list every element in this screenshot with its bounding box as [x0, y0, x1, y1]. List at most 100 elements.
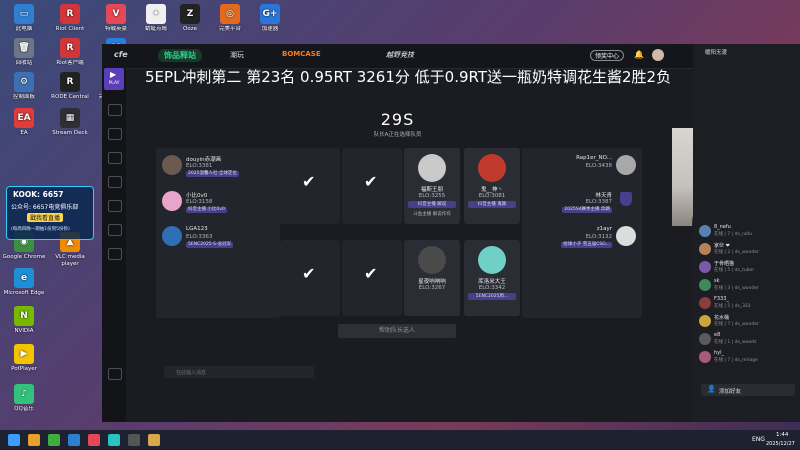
desktop-icon[interactable]: 🗑 回收站 [2, 38, 46, 67]
desktop-icon[interactable]: ♪ QQ音乐 [2, 384, 46, 413]
kook-label: KOOK: 6657 [13, 190, 64, 199]
sidebar-icon-store[interactable] [108, 200, 122, 212]
avatar [162, 226, 182, 246]
tray-language[interactable]: ENG [752, 436, 765, 443]
friend-item[interactable]: 于骨晒猫 在线 | 5 | ds_tuber [699, 260, 799, 274]
team-a-player-2[interactable]: 小比0v0 ELO:3158 抖音主播 小比0v0 [156, 188, 276, 216]
picked-slot-2: ✔ [342, 148, 402, 224]
desktop-icon[interactable]: ◎ 完美平台 [208, 4, 252, 33]
desktop-icon[interactable]: R Riot Client [48, 4, 92, 33]
pool-player-1[interactable]: 福斯王朋 ELO:3255 抖音主播 解说 斗鱼主播 解说作作 [404, 148, 460, 224]
pool-player-2[interactable]: 鬼__神丶 ELO:3081 抖音主播 鬼颖 [464, 148, 520, 224]
desktop-icon[interactable]: ▶ PotPlayer [2, 344, 46, 373]
friend-name: e8 [714, 332, 721, 338]
team-b-player-2[interactable]: 林天青 ELO:3387 2025S4赛季主播 奔路 [522, 188, 642, 216]
team-b-player-3[interactable]: z1ayr ELO:3132 绘球小子 雪五届CSG... [522, 223, 642, 251]
tray-time[interactable]: 1:44 [776, 432, 788, 438]
nav-item-trend[interactable]: 潮玩 [230, 50, 244, 60]
player-subtag: 斗鱼主播 解说作作 [413, 212, 451, 217]
reward-center-button[interactable]: 领奖中心 [590, 50, 625, 61]
friend-status: 在线 | 7 | ds_wonder [714, 322, 759, 327]
sidebar-icon-friends[interactable] [108, 176, 122, 188]
team-a-player-1[interactable]: douyin赤潮画 ELO:3381 2025温馨人社·全球定位 [156, 152, 276, 180]
desktop-icon[interactable]: R Riot客户端 [48, 38, 92, 67]
player-name: LGA123 [186, 226, 208, 232]
player-name: 福斯王朋 [420, 187, 443, 193]
app-icon: 🗑 [14, 38, 34, 58]
friend-item[interactable]: sk 在线 | 3 | ds_wonder [699, 278, 799, 292]
tray-date[interactable]: 2025/12/27 [766, 441, 795, 447]
friend-status: 在线 | 7 | ds_mirage [714, 358, 758, 363]
player-name: Rap1er_NO... [576, 155, 612, 161]
desktop-icon[interactable]: N NVIDIA [2, 306, 46, 335]
help-captain-pick-button[interactable]: 帮助队长选人 [338, 324, 456, 338]
sidebar-icon-video[interactable] [108, 224, 122, 236]
desktop-icon[interactable]: G+ 加速器 [248, 4, 292, 33]
team-a-player-3[interactable]: LGA123 ELO:3363 5ENC2025·S-总冠军 [156, 223, 276, 251]
add-friend-button[interactable]: 👤 添加好友 [701, 384, 795, 396]
app-icon: ⚙ [14, 72, 34, 92]
avatar [699, 315, 711, 327]
desktop-icon[interactable]: Z Ooze [168, 4, 212, 33]
sidebar-icon-settings[interactable] [108, 368, 122, 380]
sidebar-icon-rank[interactable] [108, 152, 122, 164]
app-icon: e [14, 268, 34, 288]
add-friend-icon: 👤 [707, 385, 716, 393]
taskbar-app-6[interactable] [128, 434, 140, 446]
desktop-icon[interactable]: e Microsoft Edge [2, 268, 46, 297]
friend-item[interactable]: hyl_ 在线 | 7 | ds_mirage [699, 350, 799, 364]
taskbar-app-5[interactable] [108, 434, 120, 446]
friend-status: 在线 | 2 | ds_wonder [714, 250, 759, 255]
user-avatar[interactable] [652, 49, 664, 61]
friend-item[interactable]: F333_ 在线 | 5 | ds_333 [699, 296, 799, 310]
desktop-icon-label: 回收站 [15, 60, 33, 66]
desktop-icon[interactable]: ⚙ 控制面板 [2, 72, 46, 101]
desktop-icon-label: 此电脑 [15, 26, 33, 32]
desktop-icon[interactable]: V 特戰英豪 [94, 4, 138, 33]
friend-item[interactable]: 家伙 ❤ 在线 | 2 | ds_wonder [699, 242, 799, 256]
taskbar-app-4[interactable] [88, 434, 100, 446]
nav-item-shop[interactable]: 饰品释站 [158, 49, 202, 62]
app-icon: ▶ [14, 344, 34, 364]
desktop-icon-label: Riot Client [55, 26, 85, 32]
nav-item-bomcase[interactable]: BOMCASE [282, 50, 321, 58]
player-tag: 抖音主播 解说 [408, 201, 456, 208]
follow-label: 戳我看直播 [27, 213, 64, 222]
friend-name: F333_ [714, 296, 729, 302]
friend-item[interactable]: e8 在线 | 1 | ds_woods [699, 332, 799, 346]
player-name: 库洛米大王 [478, 279, 506, 285]
player-name: z1ayr [596, 226, 612, 232]
check-icon: ✔ [364, 172, 378, 191]
pool-player-3[interactable]: 星夜响响响 ELO:3267 [404, 240, 460, 316]
player-tag: 2025S4赛季主播 奔路 [562, 207, 612, 213]
windows-start-icon[interactable] [8, 434, 20, 446]
desktop-icon-label: PotPlayer [11, 366, 37, 372]
app-icon: Z [180, 4, 200, 24]
streamer-card: KOOK: 6657 公众号: 6657电竞俱乐部 戳我看直播 (每周四晚一期抽… [6, 186, 94, 240]
desktop-icon[interactable]: EA EA [2, 108, 46, 137]
friend-item[interactable]: 花水桶 在线 | 7 | ds_wonder [699, 314, 799, 328]
taskbar-app-7[interactable] [148, 434, 160, 446]
avatar [699, 279, 711, 291]
player-tag: 2025温馨人社·全球定位 [186, 171, 239, 177]
taskbar-app-1[interactable] [28, 434, 40, 446]
app-icon: R [60, 4, 80, 24]
bell-icon[interactable]: 🔔 [634, 50, 644, 59]
desktop-icon-label: Google Chrome [2, 254, 46, 260]
taskbar-app-3[interactable] [68, 434, 80, 446]
app-icon: V [106, 4, 126, 24]
desktop-icon[interactable]: ▦ Stream Deck [48, 108, 92, 137]
play-button[interactable]: ▶ PLAY [104, 68, 124, 90]
pool-player-4[interactable]: 库洛米大王 ELO:3342 5ENC2025周... [464, 240, 520, 316]
taskbar: ENG 1:44 2025/12/27 [0, 430, 800, 450]
chat-input[interactable]: 在此输入消息 [164, 366, 314, 378]
desktop-icon-label: Microsoft Edge [3, 290, 45, 296]
team-b-player-1[interactable]: Rap1er_NO... ELO:3438 [522, 152, 642, 180]
desktop-icon[interactable]: ▭ 此电脑 [2, 4, 46, 33]
friend-item[interactable]: 8_nefu 在线 | 7 | ds_nafu [699, 224, 799, 238]
player-elo: ELO:3267 [418, 285, 446, 291]
friend-name: sk [714, 278, 720, 284]
taskbar-app-2[interactable] [48, 434, 60, 446]
sidebar-icon-data[interactable] [108, 248, 122, 260]
desktop-icon[interactable]: R RODE Central [48, 72, 92, 101]
